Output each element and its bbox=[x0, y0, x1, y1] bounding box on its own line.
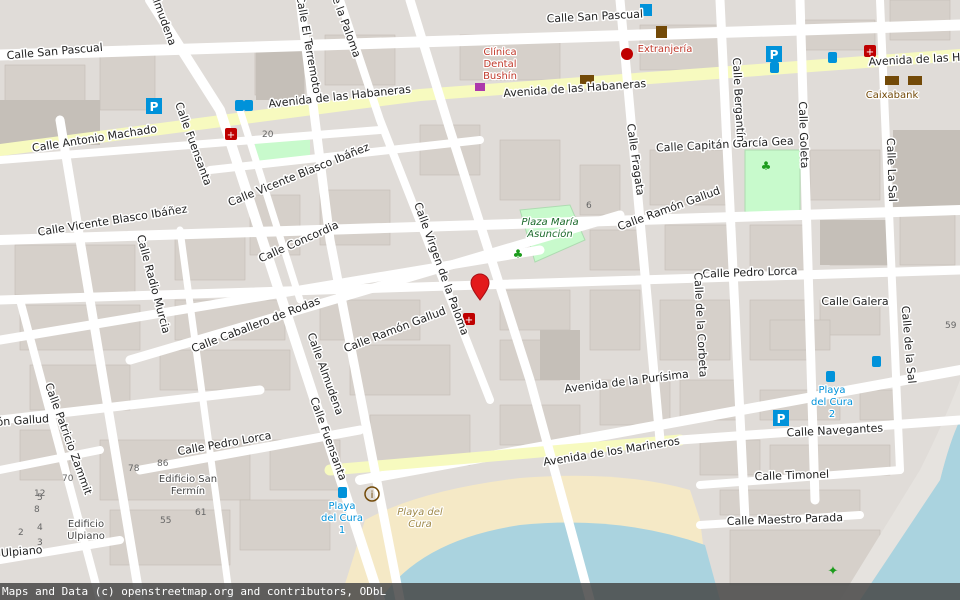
svg-text:♣: ♣ bbox=[761, 159, 772, 173]
parking-icon: P bbox=[773, 410, 789, 426]
park-icon: ♣ bbox=[761, 159, 772, 173]
bank-icon bbox=[908, 76, 922, 85]
bus-stop-icon bbox=[872, 356, 881, 367]
poi-label-clinica: Clínica Dental Bushín bbox=[483, 46, 517, 82]
svg-text:i: i bbox=[371, 490, 374, 501]
house-number: 55 bbox=[160, 516, 171, 526]
svg-text:P: P bbox=[770, 48, 779, 62]
poi-label-caixabank: Caixabank bbox=[866, 90, 919, 101]
map-canvas[interactable]: + + + P P P i ♣ ♣ ✦ Calle San PascualCal… bbox=[0, 0, 960, 600]
house-number: 86 bbox=[157, 459, 169, 469]
bus-stop-icon bbox=[826, 371, 835, 382]
house-number: 61 bbox=[195, 508, 206, 518]
pharmacy-icon: + bbox=[225, 128, 237, 141]
svg-text:P: P bbox=[150, 100, 159, 114]
svg-text:P: P bbox=[777, 412, 786, 426]
bus-stop-icon bbox=[828, 52, 837, 63]
street-label-goleta: Calle Goleta bbox=[796, 101, 811, 168]
house-number: 20 bbox=[262, 130, 274, 140]
veterinary-icon bbox=[621, 48, 633, 60]
house-number: 4 bbox=[37, 523, 43, 533]
house-number: 8 bbox=[34, 505, 40, 515]
street-label-timonel: Calle Timonel bbox=[754, 468, 829, 484]
shop-icon bbox=[475, 83, 485, 91]
poi-label-edificio-ulpiano: Edificio Ulpiano bbox=[67, 519, 105, 542]
fitness-icon: ✦ bbox=[828, 564, 839, 579]
map-attribution: Maps and Data (c) openstreetmap.org and … bbox=[0, 583, 960, 600]
house-number: 70 bbox=[62, 474, 74, 484]
parking-icon: P bbox=[766, 46, 782, 62]
house-number: 6 bbox=[586, 201, 592, 211]
house-number: 5 bbox=[37, 493, 43, 503]
bus-stop-icon bbox=[235, 100, 244, 111]
svg-text:+: + bbox=[227, 130, 235, 141]
bus-stop-icon bbox=[338, 487, 347, 498]
police-icon bbox=[656, 26, 667, 38]
park-green-area bbox=[744, 149, 801, 213]
park-icon: ♣ bbox=[513, 247, 524, 261]
house-number: 2 bbox=[18, 528, 24, 538]
bus-stop-icon bbox=[770, 62, 779, 73]
street-label-la-sal: Calle La Sal bbox=[884, 138, 899, 202]
street-label-galera: Calle Galera bbox=[821, 295, 888, 308]
house-number: 78 bbox=[128, 464, 140, 474]
parking-icon: P bbox=[146, 98, 162, 114]
poi-label-extranjeria: Extranjería bbox=[638, 43, 693, 55]
house-number: 3 bbox=[37, 538, 43, 548]
svg-text:♣: ♣ bbox=[513, 247, 524, 261]
map-view[interactable]: + + + P P P i ♣ ♣ ✦ Calle San Pascual Cal… bbox=[0, 0, 960, 600]
house-number: 59 bbox=[945, 321, 957, 331]
svg-text:✦: ✦ bbox=[828, 564, 839, 579]
bus-stop-icon bbox=[244, 100, 253, 111]
bank-icon bbox=[885, 76, 899, 85]
